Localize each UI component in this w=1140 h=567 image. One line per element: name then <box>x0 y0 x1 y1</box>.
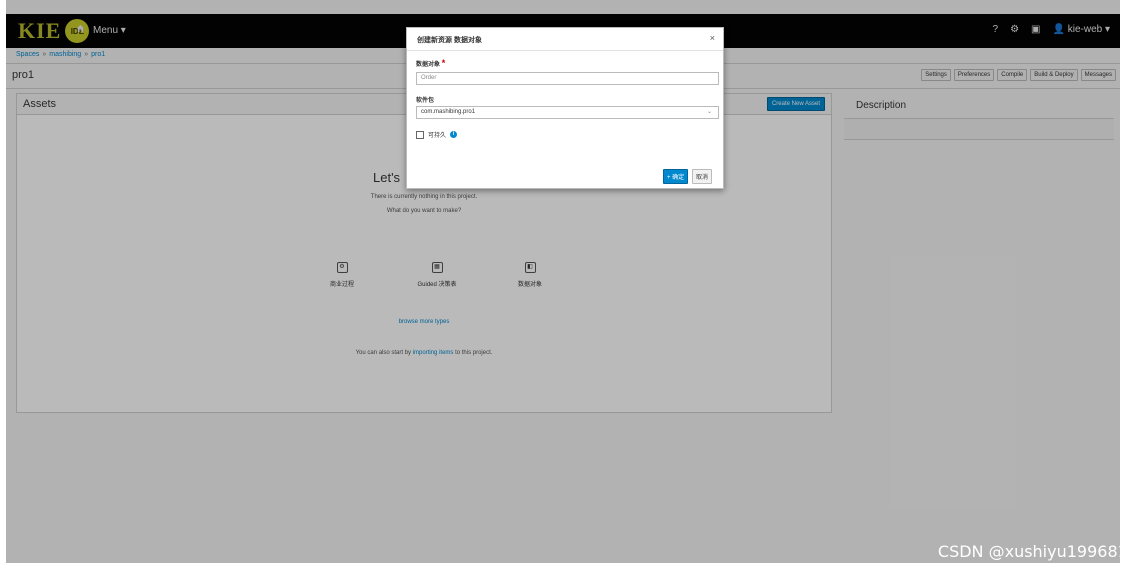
dialog-title: 创建新资源 数据对象 <box>417 37 482 44</box>
required-mark: * <box>441 58 446 68</box>
data-object-label: 数据对象 * <box>416 58 445 68</box>
chevron-down-icon: ⌄ <box>706 109 712 115</box>
create-asset-dialog: 创建新资源 数据对象 × 数据对象 * Order 软件包 com.mashib… <box>406 27 724 189</box>
close-icon[interactable]: × <box>710 33 715 43</box>
watermark: CSDN @xushiyu1996818 <box>937 542 1138 561</box>
persistable-row: 可持久 i <box>416 130 458 139</box>
ok-button[interactable]: + 确定 <box>663 169 689 184</box>
package-label: 软件包 <box>416 98 435 104</box>
persistable-checkbox[interactable] <box>416 130 424 139</box>
info-icon[interactable]: i <box>450 131 458 138</box>
package-selected-value: com.mashibing.pro1 <box>421 109 476 115</box>
cancel-button[interactable]: 取消 <box>692 169 713 184</box>
data-object-name-input[interactable]: Order <box>416 72 719 85</box>
package-select[interactable]: com.mashibing.pro1 ⌄ <box>416 106 719 119</box>
app-window: KIE IDE Menu ▾ ? ⚙ ▣ 👤 kie-web ▾ Spaces»… <box>6 0 1120 563</box>
dialog-header: 创建新资源 数据对象 × <box>407 28 723 51</box>
persistable-label: 可持久 <box>428 133 447 139</box>
data-object-label-text: 数据对象 <box>416 62 441 68</box>
